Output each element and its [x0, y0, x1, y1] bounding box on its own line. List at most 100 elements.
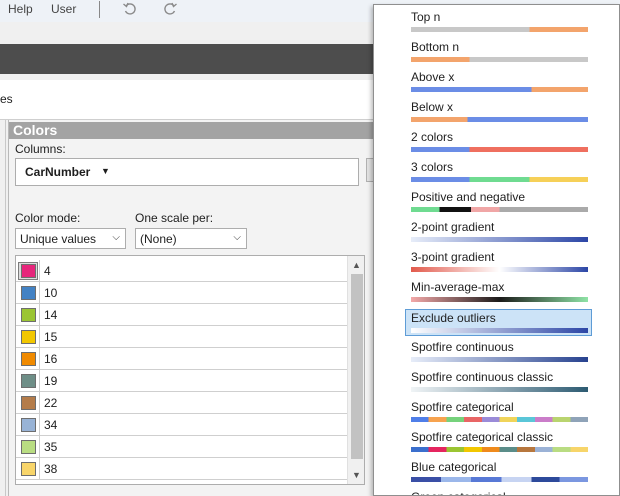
scheme-option[interactable]: 2-point gradient	[406, 219, 591, 246]
value-row[interactable]: 34	[16, 414, 347, 436]
scheme-option[interactable]: Positive and negative	[406, 189, 591, 216]
scheme-preview-bar	[411, 87, 588, 92]
value-list-scrollbar[interactable]: ▲ ▼	[347, 256, 364, 484]
value-row[interactable]: 22	[16, 392, 347, 414]
swatch-cell[interactable]	[16, 436, 40, 458]
scheme-option[interactable]: Above x	[406, 69, 591, 96]
chevron-down-icon[interactable]: ▼	[101, 166, 110, 176]
scroll-up-icon[interactable]: ▲	[352, 260, 361, 270]
scheme-label: Below x	[411, 100, 454, 114]
scheme-label: Spotfire categorical	[411, 400, 514, 414]
color-mode-dropdown[interactable]: Unique values ⌵	[15, 228, 126, 249]
swatch-cell[interactable]	[16, 260, 40, 282]
column-chip-carnumber[interactable]: CarNumber	[25, 165, 90, 179]
scheme-preview-bar	[411, 267, 588, 272]
swatch-cell[interactable]	[16, 458, 40, 480]
scheme-label: Spotfire categorical classic	[411, 430, 554, 444]
one-scale-per-value: (None)	[140, 232, 177, 246]
color-swatch[interactable]	[21, 330, 36, 344]
value-label: 19	[44, 374, 58, 388]
color-swatch[interactable]	[21, 352, 36, 366]
menu-user[interactable]: User	[51, 2, 76, 16]
scheme-preview-bar	[411, 387, 588, 392]
scheme-preview-bar	[411, 207, 588, 212]
scheme-label: 2-point gradient	[411, 220, 495, 234]
swatch-cell[interactable]	[16, 414, 40, 436]
swatch-cell[interactable]	[16, 282, 40, 304]
scheme-label: Blue categorical	[411, 460, 497, 474]
scheme-preview-bar	[411, 237, 588, 242]
scheme-option[interactable]: Exclude outliers	[405, 309, 592, 336]
value-label: 14	[44, 308, 58, 322]
scheme-label: Spotfire continuous classic	[411, 370, 554, 384]
swatch-cell[interactable]	[16, 392, 40, 414]
swatch-cell[interactable]	[16, 326, 40, 348]
swatch-cell[interactable]	[16, 370, 40, 392]
scheme-option[interactable]: Blue categorical	[406, 459, 591, 486]
scheme-option[interactable]: Spotfire continuous	[406, 339, 591, 366]
scheme-option[interactable]: Min-average-max	[406, 279, 591, 306]
value-row[interactable]: 14	[16, 304, 347, 326]
scheme-preview-bar	[411, 147, 588, 152]
scheme-label: Bottom n	[411, 40, 460, 54]
value-row[interactable]: 38	[16, 458, 347, 480]
scheme-option[interactable]: Bottom n	[406, 39, 591, 66]
redo-icon[interactable]	[162, 1, 178, 17]
scheme-option[interactable]: 3 colors	[406, 159, 591, 186]
value-row[interactable]: 16	[16, 348, 347, 370]
scheme-preview-bar	[411, 177, 588, 182]
scheme-preview-bar	[411, 417, 588, 422]
scheme-option[interactable]: Below x	[406, 99, 591, 126]
scheme-option[interactable]: Spotfire categorical classic	[406, 429, 591, 456]
scheme-label: Green categorical	[411, 490, 506, 495]
scheme-preview-bar	[411, 297, 588, 302]
value-label: 4	[44, 264, 51, 278]
properties-list-item[interactable]: es	[0, 92, 13, 106]
value-row[interactable]: 19	[16, 370, 347, 392]
scheme-label: Exclude outliers	[411, 311, 496, 325]
color-swatch[interactable]	[21, 308, 36, 322]
columns-selector[interactable]: CarNumber ▼	[15, 158, 359, 186]
scheme-preview-bar	[411, 357, 588, 362]
color-swatch[interactable]	[21, 374, 36, 388]
scroll-thumb[interactable]	[351, 274, 363, 459]
color-swatch[interactable]	[21, 264, 36, 278]
menu-help[interactable]: Help	[8, 2, 33, 16]
scheme-label: Top n	[411, 10, 441, 24]
panel-divider	[5, 120, 6, 496]
scheme-label: Min-average-max	[411, 280, 505, 294]
color-scheme-popup: Top n Bottom n Above x Below x 2 colors 3 col…	[373, 4, 620, 496]
scheme-option[interactable]: Spotfire categorical	[406, 399, 591, 426]
scroll-down-icon[interactable]: ▼	[352, 470, 361, 480]
color-swatch[interactable]	[21, 418, 36, 432]
chevron-down-icon: ⌵	[112, 232, 120, 243]
color-swatch[interactable]	[21, 396, 36, 410]
color-swatch[interactable]	[21, 440, 36, 454]
value-label: 16	[44, 352, 58, 366]
value-label: 15	[44, 330, 58, 344]
columns-label: Columns:	[15, 142, 66, 156]
scheme-option[interactable]: 2 colors	[406, 129, 591, 156]
scheme-option[interactable]: Green categorical	[406, 489, 591, 495]
color-swatch[interactable]	[21, 286, 36, 300]
scheme-option[interactable]: 3-point gradient	[406, 249, 591, 276]
value-row[interactable]: 15	[16, 326, 347, 348]
swatch-cell[interactable]	[16, 304, 40, 326]
swatch-cell[interactable]	[16, 348, 40, 370]
chevron-down-icon: ⌵	[233, 232, 241, 243]
unique-values-list[interactable]: 4 10 14 15 16 19 22 34 35 38 ▲ ▼	[15, 255, 365, 485]
value-row[interactable]: 10	[16, 282, 347, 304]
color-swatch[interactable]	[21, 462, 36, 476]
menu-separator	[99, 1, 100, 18]
scheme-option[interactable]: Spotfire continuous classic	[406, 369, 591, 396]
scheme-label: Above x	[411, 70, 455, 84]
scheme-label: Spotfire continuous	[411, 340, 514, 354]
scheme-preview-bar	[411, 477, 588, 482]
colors-panel: Colors Columns: CarNumber ▼ Color mode: …	[8, 120, 389, 496]
scheme-option[interactable]: Top n	[406, 9, 591, 36]
one-scale-per-dropdown[interactable]: (None) ⌵	[135, 228, 247, 249]
scheme-preview-bar	[411, 27, 588, 32]
value-row[interactable]: 35	[16, 436, 347, 458]
value-row[interactable]: 4	[16, 260, 347, 282]
undo-icon[interactable]	[122, 1, 138, 17]
